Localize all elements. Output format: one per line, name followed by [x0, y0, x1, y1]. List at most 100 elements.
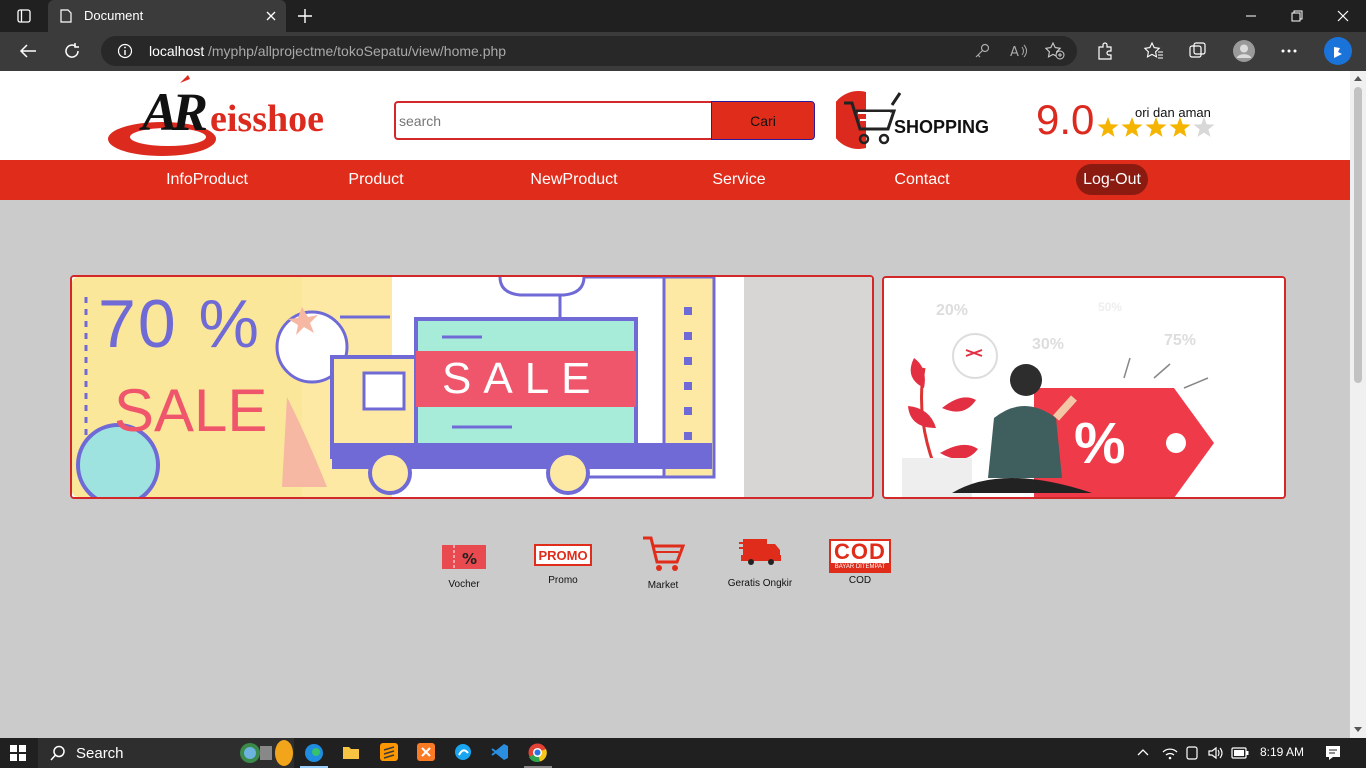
feature-label: Promo — [548, 575, 578, 586]
bing-copilot-icon[interactable] — [1323, 36, 1353, 66]
scrollbar-thumb[interactable] — [1354, 87, 1362, 383]
profile-avatar-icon[interactable] — [1233, 40, 1255, 62]
chevron-up-icon[interactable] — [1137, 748, 1149, 756]
chrome-icon[interactable] — [528, 743, 547, 762]
delivery-truck-icon — [739, 539, 781, 565]
battery-icon[interactable] — [1231, 747, 1249, 759]
feature-market[interactable]: Market — [633, 534, 693, 591]
star-icon — [1145, 117, 1167, 137]
taskbar-search[interactable]: Search — [38, 738, 294, 768]
minimize-icon[interactable] — [1245, 10, 1257, 22]
device-icon[interactable] — [1185, 745, 1199, 761]
nav-service[interactable]: Service — [692, 160, 786, 200]
scroll-down-icon[interactable] — [1354, 727, 1362, 733]
taskbar-search-label: Search — [76, 745, 124, 762]
site-header: AR eisshoe Cari SHOPPING 9.0 ori dan ama… — [0, 71, 1350, 160]
search-input[interactable] — [394, 101, 714, 140]
search-highlight-icon — [240, 740, 293, 766]
xampp-icon[interactable] — [417, 743, 435, 761]
feature-label: COD — [848, 575, 872, 586]
close-tab-icon[interactable] — [266, 11, 276, 21]
restore-icon[interactable] — [1291, 10, 1303, 22]
pct-50-text: 50% — [1098, 300, 1123, 314]
nav-newproduct[interactable]: NewProduct — [512, 160, 636, 200]
search-button[interactable]: Cari — [711, 101, 815, 140]
sublime-text-icon[interactable] — [380, 743, 398, 761]
browser-tab[interactable]: Document — [48, 0, 286, 32]
logout-button[interactable]: Log-Out — [1076, 164, 1148, 195]
star-icon — [1169, 117, 1191, 137]
discount-banner-right[interactable]: 20% 30% 50% 75% % — [882, 276, 1286, 499]
windows-taskbar: Search 8:19 AM — [0, 738, 1366, 768]
logo-text: eisshoe — [210, 98, 324, 140]
collections-icon[interactable] — [1189, 42, 1207, 60]
key-icon[interactable] — [974, 43, 990, 59]
nav-infoproduct[interactable]: InfoProduct — [146, 160, 268, 200]
more-menu-icon[interactable] — [1281, 49, 1297, 53]
nav-product[interactable]: Product — [330, 160, 422, 200]
sale-banner-left[interactable]: 70 % SALE SALE — [70, 275, 874, 499]
scroll-up-icon[interactable] — [1354, 75, 1362, 81]
extensions-icon[interactable] — [1096, 42, 1114, 60]
feature-label: Geratis Ongkir — [727, 578, 793, 589]
refresh-icon[interactable] — [63, 42, 81, 60]
site-info-icon[interactable] — [117, 43, 133, 59]
tab-title: Document — [84, 8, 144, 23]
network-icon[interactable] — [1162, 746, 1178, 760]
nav-contact[interactable]: Contact — [876, 160, 968, 200]
feature-label: Vocher — [448, 579, 480, 590]
url-path: /myphp/allprojectme/tokoSepatu/view/home… — [208, 43, 507, 59]
star-icon — [1121, 117, 1143, 137]
document-icon — [60, 9, 72, 23]
page-scrollbar[interactable] — [1350, 71, 1366, 738]
pct-75-text: 75% — [1164, 332, 1197, 349]
feature-cod[interactable]: COD BAYAR DITEMPAT COD — [829, 539, 891, 586]
cod-badge-text: COD — [834, 539, 886, 564]
logo-letters: AR — [142, 82, 208, 142]
voucher-icon: % — [442, 545, 486, 569]
notifications-icon[interactable] — [1325, 745, 1341, 761]
rating-stars — [1097, 117, 1215, 137]
shopping-logo: SHOPPING — [836, 89, 992, 151]
feature-vocher[interactable]: % Vocher — [434, 543, 494, 590]
web-page: AR eisshoe Cari SHOPPING 9.0 ori dan ama… — [0, 71, 1350, 738]
star-icon — [1097, 117, 1119, 137]
browser-toolbar: localhost /myphp/allprojectme/tokoSepatu… — [0, 32, 1366, 71]
star-icon — [1193, 117, 1215, 137]
cod-badge-subtext: BAYAR DITEMPAT — [831, 563, 889, 571]
address-bar[interactable]: localhost /myphp/allprojectme/tokoSepatu… — [101, 36, 1077, 66]
close-window-icon[interactable] — [1337, 10, 1349, 22]
search-icon — [50, 745, 65, 761]
favorites-icon[interactable] — [1144, 42, 1164, 60]
site-logo[interactable]: AR eisshoe — [106, 73, 360, 159]
svg-text:%: % — [462, 550, 477, 568]
truck-sale-text: SALE — [442, 354, 603, 403]
back-icon[interactable] — [19, 43, 37, 59]
tab-actions-icon[interactable] — [17, 9, 31, 23]
promo-badge-text: PROMO — [538, 548, 588, 563]
file-explorer-icon[interactable] — [342, 744, 360, 760]
feature-geratis-ongkir[interactable]: Geratis Ongkir — [722, 535, 798, 589]
rating-value: 9.0 — [1036, 96, 1095, 143]
pct-20-text: 20% — [936, 302, 969, 319]
feature-label: Market — [647, 580, 679, 591]
banner-sale-text: SALE — [114, 377, 268, 444]
url-host: localhost — [149, 43, 205, 59]
edge-dev-icon[interactable] — [454, 743, 472, 761]
rating-block: 9.0 ori dan aman — [1036, 97, 1226, 143]
main-nav: InfoProduct Product NewProduct Service C… — [0, 160, 1350, 200]
cart-icon — [643, 536, 686, 571]
windows-start-icon[interactable] — [10, 745, 26, 761]
add-favorite-icon[interactable] — [1045, 42, 1065, 60]
taskbar-clock[interactable]: 8:19 AM — [1260, 745, 1304, 759]
volume-icon[interactable] — [1207, 745, 1223, 761]
pct-30-text: 30% — [1032, 336, 1065, 353]
cod-icon: COD BAYAR DITEMPAT — [829, 539, 891, 573]
edge-icon[interactable] — [304, 743, 324, 763]
vscode-icon[interactable] — [491, 743, 509, 761]
read-aloud-icon[interactable]: A — [1010, 43, 1028, 59]
new-tab-icon[interactable] — [297, 8, 313, 24]
banner-discount-text: 70 % — [98, 286, 261, 362]
feature-promo[interactable]: PROMO Promo — [531, 544, 595, 586]
browser-tab-bar: Document — [0, 0, 1366, 32]
